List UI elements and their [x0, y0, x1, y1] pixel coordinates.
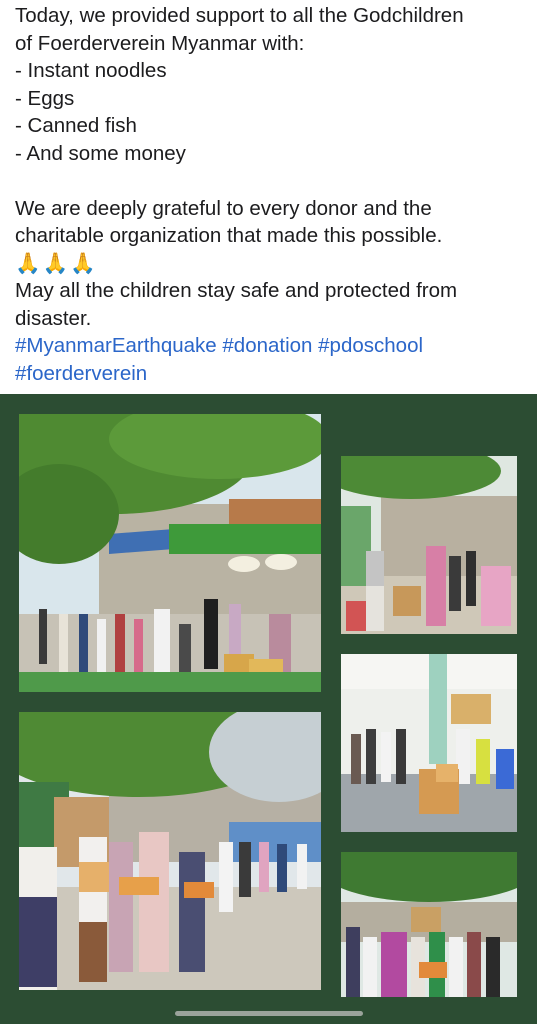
blessing-line: May all the children stay safe and prote…	[15, 279, 458, 302]
post-list-item: - And some money	[15, 141, 186, 165]
hashtag-donation[interactable]: #donation	[222, 334, 312, 357]
post-line: of Foerderverein Myanmar with:	[15, 31, 305, 55]
praying-hands-icon: 🙏	[70, 251, 96, 275]
praying-hands-row: 🙏🙏🙏	[15, 250, 530, 278]
hashtag-foerderverein[interactable]: #foerderverein	[15, 362, 147, 385]
photo-women-receiving-boxes[interactable]	[19, 712, 321, 990]
hashtag-myanmarearthquake[interactable]: #MyanmarEarthquake	[15, 334, 217, 357]
praying-hands-icon: 🙏	[15, 251, 41, 275]
post-list-item: - Canned fish	[15, 114, 137, 137]
photo-girls-image	[341, 456, 517, 634]
photo-crowd-image	[341, 852, 517, 997]
praying-hands-icon: 🙏	[42, 251, 69, 275]
post-list-item: - Instant noodles	[15, 59, 167, 82]
photo-girls-carrying-boxes[interactable]	[341, 456, 517, 634]
photo-hall-image	[341, 654, 517, 832]
post-list-item: - Eggs	[15, 86, 75, 110]
post-line: Today, we provided support to all the Go…	[15, 4, 464, 27]
hashtag-row: #foerderverein	[15, 360, 530, 388]
photo-street-distribution-line[interactable]	[19, 414, 321, 692]
hashtag-row: #MyanmarEarthquake #donation #pdoschool	[15, 332, 530, 360]
blessing-line: disaster.	[15, 306, 92, 330]
photo-hall-boxes-queue[interactable]	[341, 654, 517, 832]
home-indicator-bar	[175, 1011, 363, 1016]
post-caption: Today, we provided support to all the Go…	[15, 2, 530, 387]
gratitude-line: We are deeply grateful to every donor an…	[15, 196, 432, 220]
photo-street-image	[19, 414, 321, 692]
gratitude-line: charitable organization that made this p…	[15, 224, 443, 247]
photo-women-image	[19, 712, 321, 990]
photo-crowd-under-trees[interactable]	[341, 852, 517, 997]
hashtag-pdoschool[interactable]: #pdoschool	[318, 334, 423, 357]
